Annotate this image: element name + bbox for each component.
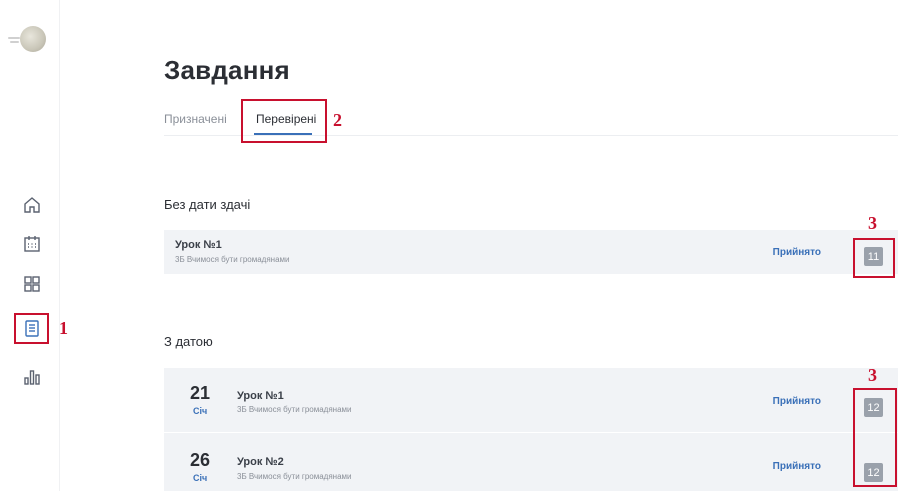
annotation-marker-2: 2 (333, 110, 342, 130)
grade-highlight-box (853, 388, 897, 487)
task-subtitle: 3Б Вчимося бути громадянами (237, 472, 352, 481)
section-title-with-date: З датою (164, 334, 213, 349)
status-badge: Прийнято (772, 247, 821, 258)
task-date-day: 26 (190, 450, 211, 470)
task-date-month: Січ (193, 473, 208, 483)
task-date-day: 21 (190, 383, 211, 403)
task-subtitle: 3Б Вчимося бути громадянами (175, 255, 290, 264)
tab-assigned[interactable]: Призначені (164, 112, 227, 126)
avatar[interactable] (20, 26, 46, 52)
annotation-marker-3: 3 (868, 213, 877, 233)
grade-highlight-box (853, 238, 895, 278)
nav-highlight-box (14, 313, 49, 344)
status-badge: Прийнято (772, 461, 821, 472)
page-title: Завдання (164, 55, 290, 85)
avatar-motion-line (8, 37, 20, 39)
sidebar (0, 0, 60, 491)
tab-highlight-box (241, 99, 327, 143)
status-badge: Прийнято (772, 396, 821, 407)
task-title: Урок №1 (175, 239, 222, 251)
section-title-no-date: Без дати здачі (164, 197, 251, 212)
task-subtitle: 3Б Вчимося бути громадянами (237, 405, 352, 414)
home-icon[interactable] (20, 193, 44, 217)
task-row[interactable]: Урок №1 3Б Вчимося бути громадянами Прий… (164, 230, 898, 274)
task-title: Урок №2 (237, 456, 284, 468)
annotation-marker-3b: 3 (868, 365, 877, 385)
task-row[interactable]: 26 Січ Урок №2 3Б Вчимося бути громадяна… (164, 433, 898, 491)
stats-icon[interactable] (20, 365, 44, 389)
task-row[interactable]: 21 Січ Урок №1 3Б Вчимося бути громадяна… (164, 368, 898, 432)
calendar-icon[interactable] (20, 232, 44, 256)
grid-icon[interactable] (20, 272, 44, 296)
task-date-month: Січ (193, 406, 208, 416)
task-title: Урок №1 (237, 390, 284, 402)
annotation-marker-1: 1 (59, 318, 68, 338)
avatar-motion-line (10, 41, 19, 43)
